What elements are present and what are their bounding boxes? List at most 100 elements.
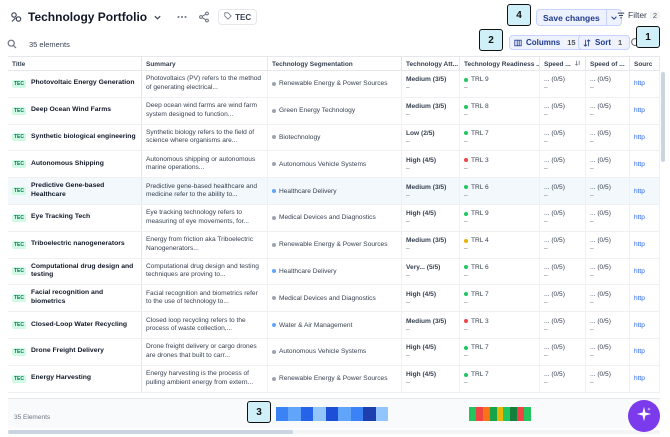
- title-cell[interactable]: TEC Predictive Gene-based Healthcare: [8, 178, 142, 204]
- title-cell[interactable]: TEC Deep Ocean Wind Farms: [8, 97, 142, 124]
- title-cell[interactable]: TEC Facial recognition and biometrics: [8, 285, 142, 312]
- segmentation-summary-bar[interactable]: [276, 407, 388, 421]
- source-cell[interactable]: http: [630, 258, 660, 285]
- readiness-cell[interactable]: TRL 9–: [460, 71, 540, 97]
- title-cell[interactable]: TEC Autonomous Shipping: [8, 151, 142, 178]
- source-cell[interactable]: http: [630, 178, 660, 204]
- title-cell[interactable]: TEC Synthetic biological engineering: [8, 124, 142, 151]
- speed-1-cell[interactable]: ... (0/5) –: [540, 178, 586, 204]
- readiness-cell[interactable]: TRL 8–: [460, 97, 540, 124]
- speed-1-cell[interactable]: ... (0/5) –: [540, 258, 586, 285]
- speed-2-cell[interactable]: ... (0/5) –: [586, 365, 630, 392]
- summary-cell[interactable]: Eye tracking technology refers to measur…: [142, 204, 268, 231]
- column-header-attractiveness[interactable]: Technology Att...: [402, 57, 460, 71]
- speed-1-cell[interactable]: ... (0/5) –: [540, 204, 586, 231]
- readiness-cell[interactable]: TRL 3–: [460, 151, 540, 178]
- speed-1-cell[interactable]: ... (0/5) –: [540, 151, 586, 178]
- speed-2-cell[interactable]: ... (0/5) –: [586, 204, 630, 231]
- search-icon[interactable]: [7, 39, 17, 49]
- speed-1-cell[interactable]: ... (0/5) –: [540, 124, 586, 151]
- readiness-cell[interactable]: TRL 7–: [460, 365, 540, 392]
- speed-1-cell[interactable]: ... (0/5) –: [540, 231, 586, 258]
- speed-2-cell[interactable]: ... (0/5) –: [586, 338, 630, 365]
- source-link[interactable]: http: [634, 241, 645, 248]
- attractiveness-cell[interactable]: High (4/5) –: [402, 285, 460, 312]
- attractiveness-cell[interactable]: Medium (3/5) –: [402, 97, 460, 124]
- readiness-cell[interactable]: TRL 4–: [460, 231, 540, 258]
- attractiveness-cell[interactable]: Medium (3/5) –: [402, 71, 460, 97]
- segmentation-cell[interactable]: Medical Devices and Diagnostics: [268, 285, 402, 312]
- readiness-cell[interactable]: TRL 3–: [460, 312, 540, 338]
- table-row[interactable]: TEC Photovoltaic Energy Generation Photovo…: [8, 71, 660, 98]
- source-link[interactable]: http: [634, 295, 645, 302]
- table-row[interactable]: TEC Facial recognition and biometrics Faci…: [8, 285, 660, 313]
- speed-2-cell[interactable]: ... (0/5) –: [586, 312, 630, 338]
- summary-cell[interactable]: Computational drug design and testing te…: [142, 258, 268, 285]
- summary-cell[interactable]: Autonomous shipping or autonomous marine…: [142, 151, 268, 178]
- title-cell[interactable]: TEC Drone Freight Delivery: [8, 338, 142, 365]
- attractiveness-cell[interactable]: Medium (3/5) –: [402, 178, 460, 204]
- speed-1-cell[interactable]: ... (0/5) –: [540, 312, 586, 338]
- save-changes-button[interactable]: Save changes: [537, 10, 607, 25]
- attractiveness-cell[interactable]: High (4/5) –: [402, 365, 460, 392]
- readiness-cell[interactable]: TRL 6–: [460, 258, 540, 285]
- attractiveness-cell[interactable]: High (4/5) –: [402, 338, 460, 365]
- table-row[interactable]: TEC Closed-Loop Water Recycling Closed loo…: [8, 312, 660, 339]
- column-header-speed-2[interactable]: Speed of ...: [586, 57, 630, 71]
- segmentation-cell[interactable]: Autonomous Vehicle Systems: [268, 151, 402, 178]
- source-cell[interactable]: http: [630, 365, 660, 392]
- readiness-cell[interactable]: TRL 7–: [460, 285, 540, 312]
- source-cell[interactable]: http: [630, 231, 660, 258]
- table-row[interactable]: TEC Deep Ocean Wind Farms Deep ocean wind …: [8, 97, 660, 125]
- segmentation-cell[interactable]: Renewable Energy & Power Sources: [268, 71, 402, 97]
- title-cell[interactable]: TEC Eye Tracking Tech: [8, 204, 142, 231]
- source-cell[interactable]: http: [630, 204, 660, 231]
- summary-cell[interactable]: Facial recognition and biometrics refer …: [142, 285, 268, 312]
- portfolio-title-dropdown[interactable]: Technology Portfolio: [10, 10, 162, 24]
- speed-2-cell[interactable]: ... (0/5) –: [586, 97, 630, 124]
- attractiveness-cell[interactable]: Low (2/5) –: [402, 124, 460, 151]
- attractiveness-cell[interactable]: Medium (3/5) –: [402, 312, 460, 338]
- column-header-title[interactable]: Title: [8, 57, 142, 71]
- column-header-segmentation[interactable]: Technology Segmentation: [268, 57, 402, 71]
- attractiveness-cell[interactable]: High (4/5) –: [402, 151, 460, 178]
- table-row[interactable]: TEC Computational drug design and testing…: [8, 258, 660, 286]
- source-cell[interactable]: http: [630, 97, 660, 124]
- source-link[interactable]: http: [634, 322, 645, 329]
- segmentation-cell[interactable]: Water & Air Management: [268, 312, 402, 338]
- column-header-summary[interactable]: Summary: [142, 57, 268, 71]
- summary-cell[interactable]: Closed loop recycling refers to the proc…: [142, 312, 268, 338]
- speed-2-cell[interactable]: ... (0/5) –: [586, 71, 630, 97]
- column-header-readiness[interactable]: Technology Readiness ...: [460, 57, 540, 71]
- chevron-down-icon[interactable]: [153, 13, 162, 22]
- source-cell[interactable]: http: [630, 151, 660, 178]
- speed-1-cell[interactable]: ... (0/5) –: [540, 97, 586, 124]
- readiness-summary-bar[interactable]: [469, 407, 532, 421]
- title-cell[interactable]: TEC Computational drug design and testing: [8, 258, 142, 285]
- table-row[interactable]: TEC Autonomous Shipping Autonomous shippin…: [8, 151, 660, 179]
- segmentation-cell[interactable]: Medical Devices and Diagnostics: [268, 204, 402, 231]
- readiness-cell[interactable]: TRL 7–: [460, 338, 540, 365]
- speed-2-cell[interactable]: ... (0/5) –: [586, 258, 630, 285]
- vertical-scrollbar-thumb[interactable]: [661, 72, 665, 162]
- segmentation-cell[interactable]: Healthcare Delivery: [268, 258, 402, 285]
- attractiveness-cell[interactable]: High (4/5) –: [402, 204, 460, 231]
- table-row[interactable]: TEC Synthetic biological engineering Synth…: [8, 124, 660, 152]
- source-cell[interactable]: http: [630, 124, 660, 151]
- source-cell[interactable]: http: [630, 338, 660, 365]
- readiness-cell[interactable]: TRL 7–: [460, 124, 540, 151]
- title-cell[interactable]: TEC Energy Harvesting: [8, 365, 142, 392]
- source-link[interactable]: http: [634, 268, 645, 275]
- summary-cell[interactable]: Deep ocean wind farms are wind farm syst…: [142, 97, 268, 124]
- ai-assistant-button[interactable]: [628, 400, 660, 432]
- source-cell[interactable]: http: [630, 285, 660, 312]
- table-row[interactable]: TEC Triboelectric nanogenerators Energy fr…: [8, 231, 660, 259]
- speed-2-cell[interactable]: ... (0/5) –: [586, 124, 630, 151]
- attractiveness-cell[interactable]: Very... (5/5) –: [402, 258, 460, 285]
- table-row[interactable]: TEC Energy Harvesting Energy harvesting is…: [8, 365, 660, 393]
- source-link[interactable]: http: [634, 161, 645, 168]
- summary-cell[interactable]: Energy from friction aka Triboelectric N…: [142, 231, 268, 258]
- segmentation-cell[interactable]: Biotechnology: [268, 124, 402, 151]
- column-header-speed-1[interactable]: Speed ...: [540, 57, 586, 71]
- speed-1-cell[interactable]: ... (0/5) –: [540, 71, 586, 97]
